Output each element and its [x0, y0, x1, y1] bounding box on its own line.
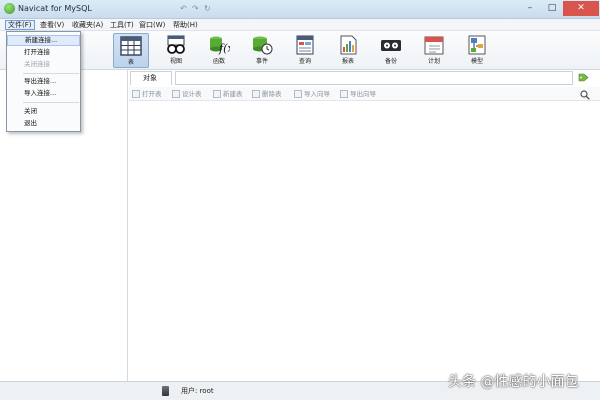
- toolbar-table-button[interactable]: 表: [113, 33, 149, 68]
- menu-item-open-connection[interactable]: 打开连接: [7, 47, 80, 58]
- toolbar-model-label: 模型: [470, 58, 483, 65]
- menu-item-export-connections[interactable]: 导出连接...: [7, 76, 80, 87]
- event-icon: [253, 36, 273, 55]
- export-wizard-button[interactable]: 导出向导: [340, 89, 376, 99]
- file-menu-dropdown: 新建连接... 打开连接 关闭连接 导出连接... 导入连接... 关闭 退出: [6, 31, 81, 132]
- maximize-button[interactable]: □: [541, 1, 563, 16]
- object-list-area[interactable]: [129, 102, 600, 381]
- model-icon: [468, 35, 486, 55]
- toolbar-event-button[interactable]: 事件: [244, 33, 280, 68]
- report-icon: [340, 35, 357, 55]
- export-wizard-icon: [340, 90, 348, 98]
- close-button[interactable]: ✕: [563, 1, 599, 16]
- menu-item-close-connection[interactable]: 关闭连接: [7, 59, 80, 70]
- menu-bar: 文件(F) 查看(V) 收藏夹(A) 工具(T) 窗口(W) 帮助(H): [0, 19, 600, 31]
- design-table-label: 设计表: [182, 90, 202, 98]
- design-table-button[interactable]: 设计表: [172, 89, 202, 99]
- toolbar-schedule-button[interactable]: 计划: [416, 33, 452, 68]
- toolbar-report-button[interactable]: 报表: [330, 33, 366, 68]
- delete-table-button[interactable]: 删除表: [252, 89, 282, 99]
- view-icon: [167, 35, 185, 54]
- backup-icon: [381, 40, 401, 51]
- menu-separator: [23, 73, 79, 74]
- toolbar-function-label: 函数: [212, 58, 225, 65]
- toolbar-backup-label: 备份: [384, 58, 397, 65]
- toolbar-query-button[interactable]: 查询: [287, 33, 323, 68]
- menu-separator: [23, 102, 79, 103]
- menu-tools[interactable]: 工具(T): [108, 20, 136, 30]
- table-icon: [120, 36, 142, 56]
- menu-favorites[interactable]: 收藏夹(A): [70, 20, 105, 30]
- refresh-icon[interactable]: ↻: [204, 5, 212, 13]
- new-table-label: 新建表: [223, 90, 243, 98]
- import-wizard-label: 导入向导: [304, 90, 330, 98]
- menu-item-close[interactable]: 关闭: [7, 106, 80, 117]
- redo-icon[interactable]: ↷: [192, 5, 200, 13]
- menu-file[interactable]: 文件(F): [5, 20, 35, 30]
- toolbar-backup-button[interactable]: 备份: [373, 33, 409, 68]
- window-title: Navicat for MySQL: [18, 4, 92, 13]
- toolbar-view-label: 视图: [169, 58, 182, 65]
- toolbar-table-label: 表: [127, 59, 134, 66]
- menu-window[interactable]: 窗口(W): [137, 20, 167, 30]
- undo-icon[interactable]: ↶: [180, 5, 188, 13]
- toolbar-query-label: 查询: [298, 58, 311, 65]
- title-bar: Navicat for MySQL ↶ ↷ ↻ – □ ✕: [0, 0, 600, 19]
- toolbar-report-label: 报表: [341, 58, 354, 65]
- svg-text:f(x): f(x): [218, 42, 230, 55]
- toolbar-model-button[interactable]: 模型: [459, 33, 495, 68]
- watermark: 头条 @性感的小面包: [448, 374, 579, 390]
- import-wizard-button[interactable]: 导入向导: [294, 89, 330, 99]
- new-table-button[interactable]: 新建表: [213, 89, 243, 99]
- design-table-icon: [172, 90, 180, 98]
- menu-help[interactable]: 帮助(H): [171, 20, 200, 30]
- menu-item-exit[interactable]: 退出: [7, 118, 80, 129]
- menu-view[interactable]: 查看(V): [38, 20, 66, 30]
- status-user: 用户: root: [181, 387, 214, 395]
- open-table-label: 打开表: [142, 90, 162, 98]
- object-filter-input[interactable]: [175, 71, 573, 85]
- database-icon: [162, 386, 169, 396]
- toolbar-view-button[interactable]: 视图: [158, 33, 194, 68]
- toolbar-event-label: 事件: [255, 58, 268, 65]
- schedule-icon: [424, 36, 444, 55]
- tab-objects[interactable]: 对象: [130, 71, 172, 85]
- new-table-icon: [213, 90, 221, 98]
- import-wizard-icon: [294, 90, 302, 98]
- navicat-logo-icon: [4, 3, 15, 14]
- minimize-button[interactable]: –: [519, 1, 541, 16]
- menu-item-new-connection[interactable]: 新建连接...: [7, 35, 80, 46]
- main-toolbar: 表 视图 f(x) 函数 事件: [0, 31, 600, 70]
- menu-item-import-connections[interactable]: 导入连接...: [7, 88, 80, 99]
- open-table-icon: [132, 90, 140, 98]
- toolbar-function-button[interactable]: f(x) 函数: [201, 33, 237, 68]
- tag-icon[interactable]: [578, 73, 589, 82]
- function-icon: f(x): [210, 36, 230, 55]
- toolbar-schedule-label: 计划: [427, 58, 440, 65]
- query-icon: [296, 35, 314, 55]
- object-toolbar: 打开表 设计表 新建表 删除表 导入向导 导出向导: [129, 87, 600, 101]
- open-table-button[interactable]: 打开表: [132, 89, 162, 99]
- delete-table-icon: [252, 90, 260, 98]
- search-icon[interactable]: [580, 90, 590, 100]
- delete-table-label: 删除表: [262, 90, 282, 98]
- export-wizard-label: 导出向导: [350, 90, 376, 98]
